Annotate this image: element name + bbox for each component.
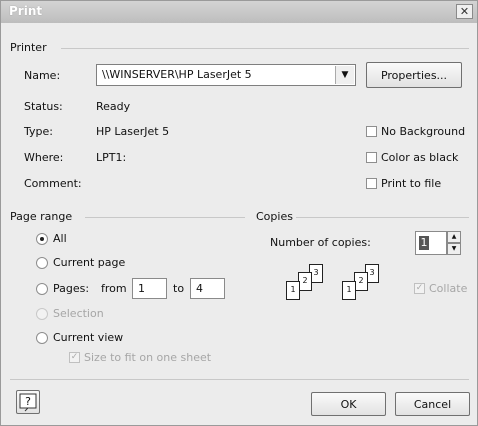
copies-value: 1	[419, 236, 429, 250]
stack-page-1: 1	[342, 281, 356, 300]
dialog-title: Print	[9, 4, 43, 18]
color-as-black-checkbox[interactable]	[366, 152, 377, 163]
where-label: Where:	[24, 151, 64, 164]
close-icon[interactable]: ✕	[456, 4, 473, 19]
color-as-black-label[interactable]: Color as black	[381, 151, 458, 164]
no-background-label[interactable]: No Background	[381, 125, 465, 138]
properties-button[interactable]: Properties...	[366, 62, 462, 88]
chevron-down-icon[interactable]: ▼	[335, 66, 354, 84]
print-to-file-checkbox[interactable]	[366, 178, 377, 189]
comment-label: Comment:	[24, 177, 82, 190]
printer-group-divider	[61, 48, 469, 49]
footer-divider	[10, 379, 469, 380]
no-background-checkbox[interactable]	[366, 126, 377, 137]
radio-current-view[interactable]	[36, 332, 48, 344]
size-to-fit-checkbox: ✓	[69, 352, 80, 363]
ok-button[interactable]: OK	[311, 392, 386, 416]
radio-selection-label: Selection	[53, 307, 104, 320]
radio-current-page[interactable]	[36, 257, 48, 269]
where-value: LPT1:	[96, 151, 127, 164]
type-label: Type:	[24, 125, 53, 138]
status-value: Ready	[96, 100, 131, 113]
print-to-file-label[interactable]: Print to file	[381, 177, 441, 190]
copies-input[interactable]: 1	[415, 231, 447, 255]
copies-group-label: Copies	[256, 210, 293, 223]
printer-name-value: \\WINSERVER\HP LaserJet 5	[102, 68, 252, 81]
help-icon: ?	[19, 393, 37, 412]
radio-selection	[36, 308, 48, 320]
copies-stepper[interactable]: 1 ▲ ▼	[415, 231, 465, 255]
type-value: HP LaserJet 5	[96, 125, 170, 138]
stack-page-1: 1	[286, 281, 300, 300]
collate-checkbox: ✓	[414, 283, 425, 294]
radio-all[interactable]	[36, 233, 48, 245]
pages-from-label: from	[101, 282, 127, 295]
radio-current-view-label[interactable]: Current view	[53, 331, 123, 344]
name-label: Name:	[24, 69, 61, 82]
stack-page-2: 2	[354, 272, 368, 291]
printer-group-label: Printer	[10, 41, 47, 54]
page-range-group-divider	[85, 217, 245, 218]
number-of-copies-label: Number of copies:	[270, 236, 371, 249]
radio-all-label[interactable]: All	[53, 232, 67, 245]
spin-down-icon[interactable]: ▼	[447, 243, 461, 255]
title-bar[interactable]: Print ✕	[1, 1, 477, 23]
page-range-group-label: Page range	[10, 210, 73, 223]
pages-to-input[interactable]: 4	[190, 278, 225, 299]
radio-pages-label[interactable]: Pages:	[53, 282, 89, 295]
copies-group-divider	[296, 217, 469, 218]
size-to-fit-label: Size to fit on one sheet	[84, 351, 212, 364]
printer-name-select[interactable]: \\WINSERVER\HP LaserJet 5 ▼	[96, 64, 356, 86]
status-label: Status:	[24, 100, 63, 113]
svg-text:?: ?	[25, 395, 31, 408]
pages-from-input[interactable]: 1	[132, 278, 167, 299]
cancel-button[interactable]: Cancel	[395, 392, 470, 416]
radio-pages[interactable]	[36, 283, 48, 295]
radio-current-page-label[interactable]: Current page	[53, 256, 125, 269]
collate-label: Collate	[429, 282, 468, 295]
help-button[interactable]: ?	[16, 390, 40, 414]
radio-selected-dot	[40, 237, 44, 241]
pages-to-label: to	[173, 282, 185, 295]
spin-up-icon[interactable]: ▲	[447, 231, 461, 243]
print-dialog: Print ✕ Printer Name: \\WINSERVER\HP Las…	[0, 0, 478, 426]
stack-page-2: 2	[298, 272, 312, 291]
